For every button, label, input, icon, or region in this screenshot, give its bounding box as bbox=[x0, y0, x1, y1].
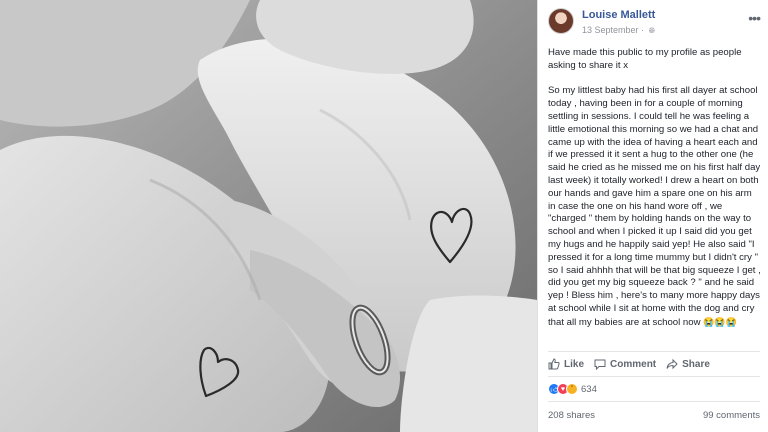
post-action-bar: Like Comment Share bbox=[548, 351, 760, 377]
hands-with-hearts-image bbox=[0, 0, 537, 432]
comment-button[interactable]: Comment bbox=[594, 358, 656, 370]
post-body: Have made this public to my profile as p… bbox=[548, 47, 761, 342]
post-date[interactable]: 13 September · bbox=[582, 25, 644, 35]
like-button[interactable]: Like bbox=[548, 358, 584, 370]
speech-bubble-icon bbox=[594, 359, 606, 370]
thumbs-up-icon bbox=[548, 358, 560, 370]
divider bbox=[548, 401, 760, 402]
sad-reaction-icon: ˘ bbox=[566, 383, 578, 395]
more-options-icon[interactable]: ••• bbox=[748, 11, 761, 25]
reaction-count: 634 bbox=[581, 383, 597, 395]
shares-count[interactable]: 208 shares bbox=[548, 410, 595, 421]
like-label: Like bbox=[564, 358, 585, 370]
crying-emoji-icon: 😭😭😭 bbox=[703, 316, 737, 327]
post-paragraph: So my littlest baby had his first all da… bbox=[548, 85, 761, 329]
comment-label: Comment bbox=[610, 358, 657, 370]
comments-count[interactable]: 99 comments bbox=[703, 410, 760, 421]
post-paragraph-text: So my littlest baby had his first all da… bbox=[548, 85, 761, 328]
post-meta: 13 September · 🌐︎ bbox=[582, 25, 655, 36]
avatar[interactable] bbox=[548, 8, 574, 34]
post-header: Louise Mallett 13 September · 🌐︎ ••• bbox=[548, 8, 761, 40]
share-label: Share bbox=[682, 358, 710, 370]
share-arrow-icon bbox=[666, 358, 678, 370]
author-name[interactable]: Louise Mallett bbox=[582, 9, 655, 21]
globe-icon: 🌐︎ bbox=[648, 26, 655, 35]
post-photo[interactable] bbox=[0, 0, 537, 432]
post-side-panel: Louise Mallett 13 September · 🌐︎ ••• Hav… bbox=[537, 0, 768, 432]
share-button[interactable]: Share bbox=[666, 358, 710, 370]
reactions-summary[interactable]: 👍︎ ♥ ˘ 634 bbox=[548, 382, 597, 396]
post-paragraph: Have made this public to my profile as p… bbox=[548, 47, 742, 71]
